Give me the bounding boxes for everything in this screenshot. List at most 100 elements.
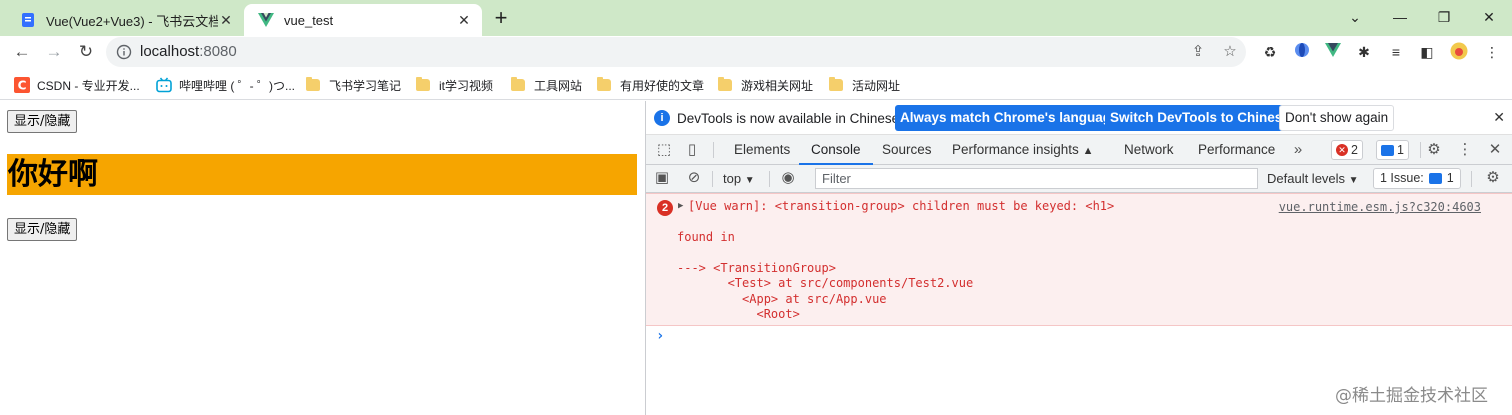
flask-icon: ▲ — [1082, 145, 1094, 157]
clear-console-icon[interactable]: ⊘ — [685, 169, 703, 187]
url-text: localhost:8080 — [140, 43, 237, 60]
menu-kebab-icon[interactable]: ⋮ — [1482, 42, 1502, 62]
folder-icon — [306, 77, 320, 91]
star-icon[interactable]: ☆ — [1220, 42, 1240, 62]
console-prompt[interactable]: › — [656, 328, 664, 344]
error-line: <App> at src/App.vue — [677, 292, 887, 306]
switch-to-chinese-button[interactable]: Switch DevTools to Chinese — [1105, 105, 1295, 131]
error-line: <Test> at src/components/Test2.vue — [677, 276, 974, 290]
message-icon — [1381, 144, 1394, 156]
forward-icon[interactable]: → — [40, 38, 68, 66]
devtools-panel: i DevTools is now available in Chinese! … — [645, 101, 1512, 415]
issues-button[interactable]: 1 Issue: 1 — [1373, 168, 1461, 189]
back-icon[interactable]: ← — [8, 38, 36, 66]
minimize-icon[interactable]: — — [1387, 6, 1413, 28]
divider — [1471, 171, 1472, 187]
error-source-link[interactable]: vue.runtime.esm.js?c320:4603 — [1279, 200, 1481, 214]
bookmarks-bar: C CSDN - 专业开发... 哔哩哔哩 ( ゜- ゜)つ... 飞书学习笔记… — [0, 68, 1512, 100]
bookmark-folder-tools[interactable]: 工具网站 — [511, 76, 582, 94]
folder-icon — [597, 77, 611, 91]
error-line: [Vue warn]: <transition-group> children … — [688, 199, 1115, 213]
console-settings-gear-icon[interactable]: ⚙ — [1484, 169, 1502, 187]
media-control-icon[interactable]: ≡ — [1386, 42, 1406, 62]
bookmark-folder-events[interactable]: 活动网址 — [829, 76, 900, 94]
toggle-button-1[interactable]: 显示/隐藏 — [7, 110, 78, 133]
extension-globe-icon[interactable] — [1292, 42, 1312, 62]
live-expression-eye-icon[interactable]: ◉ — [779, 169, 797, 187]
language-infobar: i DevTools is now available in Chinese! … — [646, 101, 1512, 135]
vue-icon — [258, 13, 274, 27]
toggle-button-2[interactable]: 显示/隐藏 — [7, 218, 78, 241]
info-icon: i — [654, 110, 670, 126]
tab-performance-insights[interactable]: Performance insights ▲ — [952, 135, 1093, 165]
bookmark-label: 哔哩哔哩 ( ゜- ゜)つ... — [179, 78, 295, 93]
error-count-badge[interactable]: ✕ 2 — [1331, 140, 1363, 160]
device-toolbar-icon[interactable]: ▯ — [683, 141, 701, 159]
share-icon[interactable]: ⇪ — [1188, 42, 1208, 62]
more-tabs-icon[interactable]: » — [1289, 141, 1307, 159]
browser-tab-vue-test[interactable]: vue_test ✕ — [244, 4, 482, 36]
recycle-extension-icon[interactable]: ♻ — [1260, 42, 1280, 62]
console-error-message[interactable]: 2 ▶ [Vue warn]: <transition-group> child… — [646, 193, 1512, 326]
page-viewport: 显示/隐藏 你好啊 显示/隐藏 — [0, 101, 645, 415]
close-icon[interactable]: ✕ — [218, 12, 234, 28]
bookmark-label: it学习视频 — [439, 78, 494, 93]
restore-icon[interactable]: ❐ — [1431, 6, 1457, 28]
url-port: :8080 — [199, 43, 237, 60]
info-icon[interactable] — [116, 44, 132, 60]
bookmark-folder-it-videos[interactable]: it学习视频 — [416, 76, 493, 94]
error-count: 2 — [1351, 143, 1358, 157]
bookmark-label: 飞书学习笔记 — [329, 78, 402, 93]
tab-title: Vue(Vue2+Vue3) - 飞书云文档 — [46, 13, 218, 29]
new-tab-button[interactable]: + — [488, 6, 514, 32]
log-levels-dropdown[interactable]: Default levels ▼ — [1267, 171, 1359, 186]
context-selector[interactable]: top ▼ — [723, 171, 755, 186]
address-bar[interactable]: localhost:8080 ⇪ ☆ — [106, 37, 1246, 67]
folder-icon — [416, 77, 430, 91]
error-line: <Root> — [677, 307, 800, 321]
issues-count: 1 — [1446, 171, 1454, 185]
tab-strip: Vue(Vue2+Vue3) - 飞书云文档 ✕ vue_test ✕ + ⌄ … — [0, 0, 1512, 36]
inspect-element-icon[interactable]: ⬚ — [655, 141, 673, 159]
extensions-puzzle-icon[interactable]: ✱ — [1354, 42, 1374, 62]
profile-avatar[interactable] — [1449, 42, 1469, 62]
hello-heading: 你好啊 — [7, 154, 637, 195]
message-count: 1 — [1397, 143, 1404, 157]
settings-gear-icon[interactable]: ⚙ — [1425, 141, 1443, 159]
bookmark-label: 游戏相关网址 — [741, 78, 814, 93]
tab-sources[interactable]: Sources — [882, 135, 932, 165]
bookmark-folder-games[interactable]: 游戏相关网址 — [718, 76, 813, 94]
bookmark-bilibili[interactable]: 哔哩哔哩 ( ゜- ゜)つ... — [156, 76, 295, 94]
close-icon[interactable]: ✕ — [456, 12, 472, 28]
bookmark-folder-feishu-notes[interactable]: 飞书学习笔记 — [306, 76, 401, 94]
reload-icon[interactable]: ↻ — [72, 38, 100, 66]
dropdown-arrow-icon: ▼ — [744, 175, 755, 186]
folder-icon — [511, 77, 525, 91]
console-filter-input[interactable]: Filter — [815, 168, 1258, 189]
tab-console[interactable]: Console — [799, 135, 873, 165]
tab-network[interactable]: Network — [1124, 135, 1174, 165]
devtools-menu-icon[interactable]: ⋮ — [1456, 141, 1474, 159]
console-filter-bar: ▣ ⊘ top ▼ ◉ Filter Default levels ▼ 1 Is… — [646, 165, 1512, 193]
browser-toolbar: ← → ↻ localhost:8080 ⇪ ☆ ♻ ✱ ≡ ◧ ⋮ — [0, 36, 1512, 68]
browser-tab-feishu[interactable]: Vue(Vue2+Vue3) - 飞书云文档 ✕ — [6, 4, 244, 36]
dont-show-again-button[interactable]: Don't show again — [1279, 105, 1395, 131]
sidebar-toggle-icon[interactable]: ▣ — [653, 169, 671, 187]
close-devtools-icon[interactable]: ✕ — [1486, 141, 1504, 159]
close-icon[interactable]: ✕ — [1493, 109, 1505, 126]
window-close-icon[interactable]: ✕ — [1476, 6, 1502, 28]
side-panel-icon[interactable]: ◧ — [1417, 42, 1437, 62]
message-count-badge[interactable]: 1 — [1376, 140, 1409, 160]
expand-triangle-icon[interactable]: ▶ — [678, 201, 683, 211]
bookmark-label: 活动网址 — [852, 78, 901, 93]
vue-devtools-icon[interactable] — [1323, 42, 1343, 62]
tab-elements[interactable]: Elements — [734, 135, 790, 165]
always-match-language-button[interactable]: Always match Chrome's language — [895, 105, 1124, 131]
tab-label: Performance insights — [952, 142, 1079, 157]
tab-performance[interactable]: Performance — [1198, 135, 1275, 165]
tab-search-chevron-icon[interactable]: ⌄ — [1342, 6, 1368, 28]
bookmark-csdn[interactable]: C CSDN - 专业开发... — [14, 76, 140, 94]
dropdown-arrow-icon: ▼ — [1348, 175, 1359, 186]
bookmark-folder-articles[interactable]: 有用好使的文章 — [597, 76, 704, 94]
levels-label: Default levels — [1267, 171, 1346, 186]
